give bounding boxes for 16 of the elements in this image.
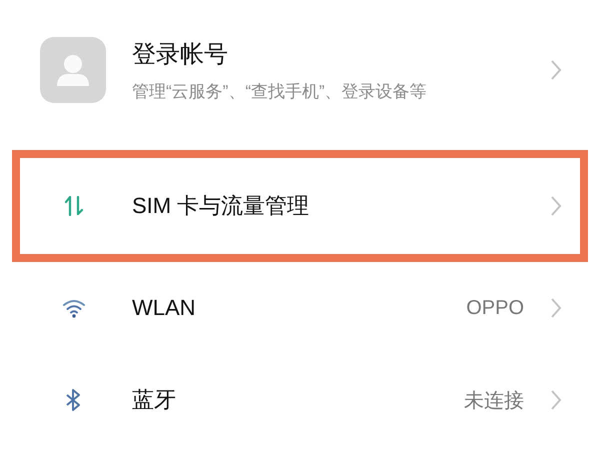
account-title: 登录帐号 <box>132 40 229 70</box>
avatar-icon <box>40 37 106 103</box>
chevron-icon <box>550 389 562 411</box>
settings-row[interactable]: SIM 卡与流量管理 <box>12 150 588 262</box>
settings-row[interactable]: WLAN OPPO <box>12 262 588 354</box>
row-value: OPPO <box>466 296 524 320</box>
chevron-icon <box>550 297 562 319</box>
row-label: 蓝牙 <box>132 386 177 414</box>
chevron-icon <box>550 59 562 81</box>
arrows-icon <box>62 194 86 218</box>
account-subtitle: 管理“云服务”、“查找手机”、登录设备等 <box>132 80 428 102</box>
chevron-icon <box>550 195 562 217</box>
row-label: SIM 卡与流量管理 <box>132 192 310 220</box>
settings-row[interactable]: 蓝牙 未连接 <box>12 354 588 446</box>
row-label: WLAN <box>132 295 197 321</box>
row-value: 未连接 <box>464 388 524 414</box>
